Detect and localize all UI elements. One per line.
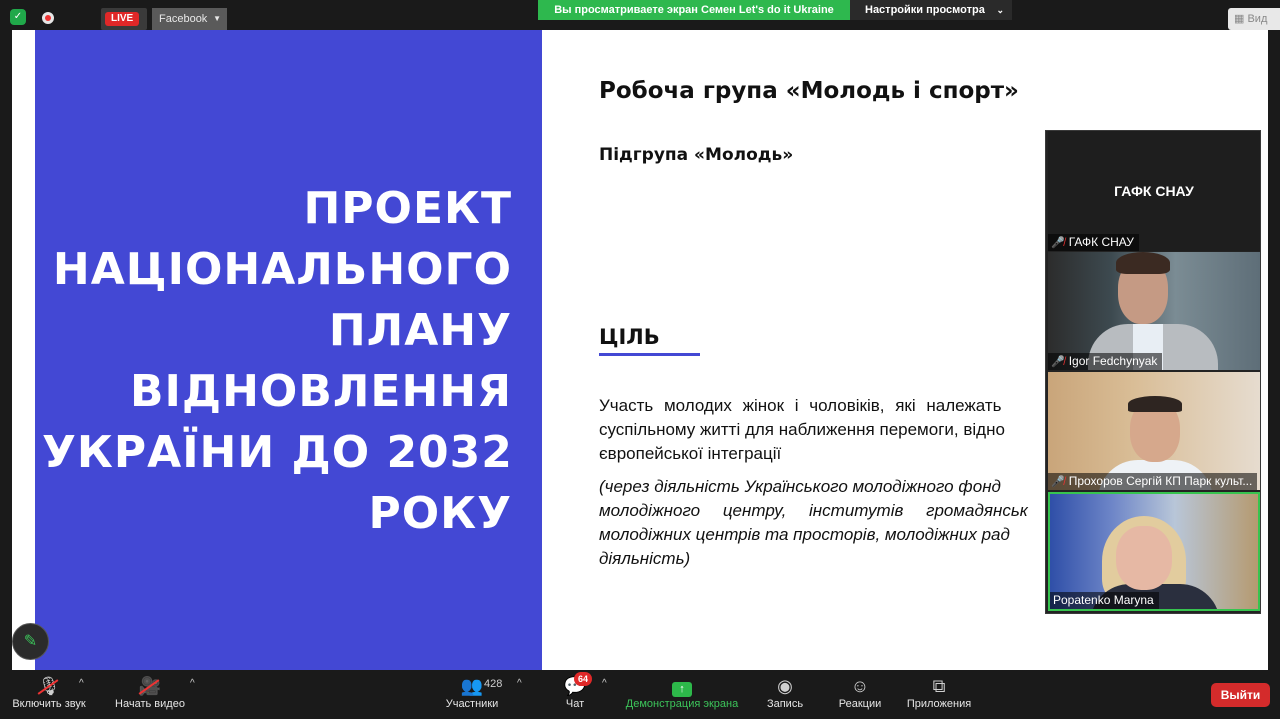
participant-tile[interactable]: 🎤̸ Igor Fedchynyak (1048, 252, 1260, 370)
mic-options-chevron-icon[interactable]: ^ (79, 678, 84, 689)
live-badge: LIVE (105, 12, 140, 26)
chevron-down-icon: ▼ (213, 14, 221, 23)
participant-tile[interactable]: ГАФК СНАУ 🎤̸ ГАФК СНАУ (1048, 131, 1260, 251)
start-video-button[interactable]: 🎥 Начать видео (112, 670, 188, 719)
live-indicator[interactable]: LIVE (101, 8, 147, 30)
share-screen-label: Демонстрация экрана (625, 698, 739, 710)
video-options-chevron-icon[interactable]: ^ (190, 678, 195, 689)
view-settings-label: Настройки просмотра (865, 4, 985, 16)
chat-unread-badge: 64 (574, 672, 593, 686)
participant-name-label: 🎤̸ Igor Fedchynyak (1048, 353, 1163, 370)
participant-tile-active-speaker[interactable]: Popatenko Maryna (1048, 492, 1260, 611)
participant-name: ГАФК СНАУ (1068, 235, 1134, 249)
slide-subheading: Підгрупа «Молодь» (599, 145, 794, 165)
chat-label: Чат (565, 698, 585, 710)
slide-title-line: НАЦІОНАЛЬНОГО (52, 244, 512, 295)
chevron-down-icon: ⌄ (996, 5, 1004, 15)
leave-meeting-button[interactable]: Выйти (1211, 683, 1270, 707)
participant-name-label: 🎤̸ Прохоров Сергій КП Парк культ... (1048, 473, 1258, 490)
mic-muted-icon: 🎤̸ (1051, 237, 1065, 249)
share-screen-icon: ↑ (672, 682, 692, 697)
apps-icon: ⧉ (932, 676, 946, 696)
mic-muted-icon: 🎙 (38, 670, 61, 702)
slide-title-line: УКРАЇНИ ДО 2032 (42, 427, 513, 478)
participant-tile[interactable]: 🎤̸ Прохоров Сергій КП Парк культ... (1048, 372, 1260, 490)
recording-icon[interactable] (42, 12, 54, 24)
video-off-icon: 🎥 (139, 670, 161, 702)
record-button[interactable]: ◉ Запись (762, 670, 808, 719)
participant-name-label: 🎤̸ ГАФК СНАУ (1048, 234, 1139, 251)
apps-label: Приложения (906, 698, 972, 710)
slide-title-line: ПЛАНУ (328, 305, 512, 356)
participant-strip[interactable]: ГАФК СНАУ 🎤̸ ГАФК СНАУ 🎤̸ Igor Fedchynyak … (1045, 130, 1261, 614)
record-label: Запись (766, 698, 804, 710)
chat-options-chevron-icon[interactable]: ^ (602, 678, 607, 689)
mic-muted-icon: 🎤̸ (1051, 356, 1065, 368)
participant-tile-title: ГАФК СНАУ (1114, 183, 1194, 199)
record-icon: ◉ (777, 676, 793, 696)
mic-muted-icon: 🎤̸ (1051, 476, 1065, 488)
view-layout-label: Вид (1247, 13, 1268, 25)
participant-name: Popatenko Maryna (1053, 593, 1154, 607)
security-shield-icon[interactable]: ✓ (10, 9, 26, 25)
participant-name: Igor Fedchynyak (1068, 354, 1158, 368)
chat-button[interactable]: 💬 64 Чат (560, 670, 593, 719)
reactions-label: Реакции (838, 698, 882, 710)
participants-options-chevron-icon[interactable]: ^ (517, 678, 522, 689)
meeting-toolbar: 🎙 Включить звук ^ 🎥 Начать видео ^ 👥 428… (0, 670, 1280, 719)
participants-count: 428 (484, 678, 503, 690)
view-settings-button[interactable]: Настройки просмотра ⌄ (850, 0, 1012, 20)
annotate-pencil-icon[interactable]: ✎ (12, 623, 49, 660)
zoom-meeting-window: ✓ LIVE Facebook ▼ Вы просматриваете экра… (0, 0, 1280, 719)
unmute-button[interactable]: 🎙 Включить звук (8, 670, 90, 719)
apps-button[interactable]: ⧉ Приложения (902, 670, 976, 719)
slide-title-line: РОКУ (368, 488, 512, 539)
participants-label: Участники (445, 698, 499, 710)
slide-title-panel: ПРОЕКТ НАЦІОНАЛЬНОГО ПЛАНУ ВІДНОВЛЕННЯ У… (35, 30, 542, 670)
share-screen-button[interactable]: ↑ Демонстрация экрана (622, 670, 742, 719)
slide-title-line: ПРОЕКТ (303, 183, 512, 234)
view-layout-button[interactable]: ▦ Вид (1228, 8, 1280, 30)
reactions-button[interactable]: ☺ Реакции (834, 670, 886, 719)
goal-underline (599, 353, 700, 356)
slide-title: ПРОЕКТ НАЦІОНАЛЬНОГО ПЛАНУ ВІДНОВЛЕННЯ У… (42, 178, 512, 544)
participant-name: Прохоров Сергій КП Парк культ... (1068, 474, 1253, 488)
goal-heading: ЦІЛЬ (599, 325, 660, 349)
stream-platform-dropdown[interactable]: Facebook ▼ (152, 8, 227, 30)
grid-icon: ▦ (1234, 13, 1245, 25)
smiley-icon: ☺ (850, 676, 870, 696)
screen-share-banner: Вы просматриваете экран Семен Let's do i… (538, 0, 850, 20)
top-bar: ✓ LIVE Facebook ▼ Вы просматриваете экра… (0, 0, 1280, 30)
slide-heading: Робоча група «Молодь і спорт» (599, 78, 1019, 104)
stream-platform-label: Facebook (159, 13, 208, 25)
participants-button[interactable]: 👥 428 Участники (442, 670, 503, 719)
slide-title-line: ВІДНОВЛЕННЯ (130, 366, 512, 417)
participant-name-label: Popatenko Maryna (1050, 592, 1159, 609)
